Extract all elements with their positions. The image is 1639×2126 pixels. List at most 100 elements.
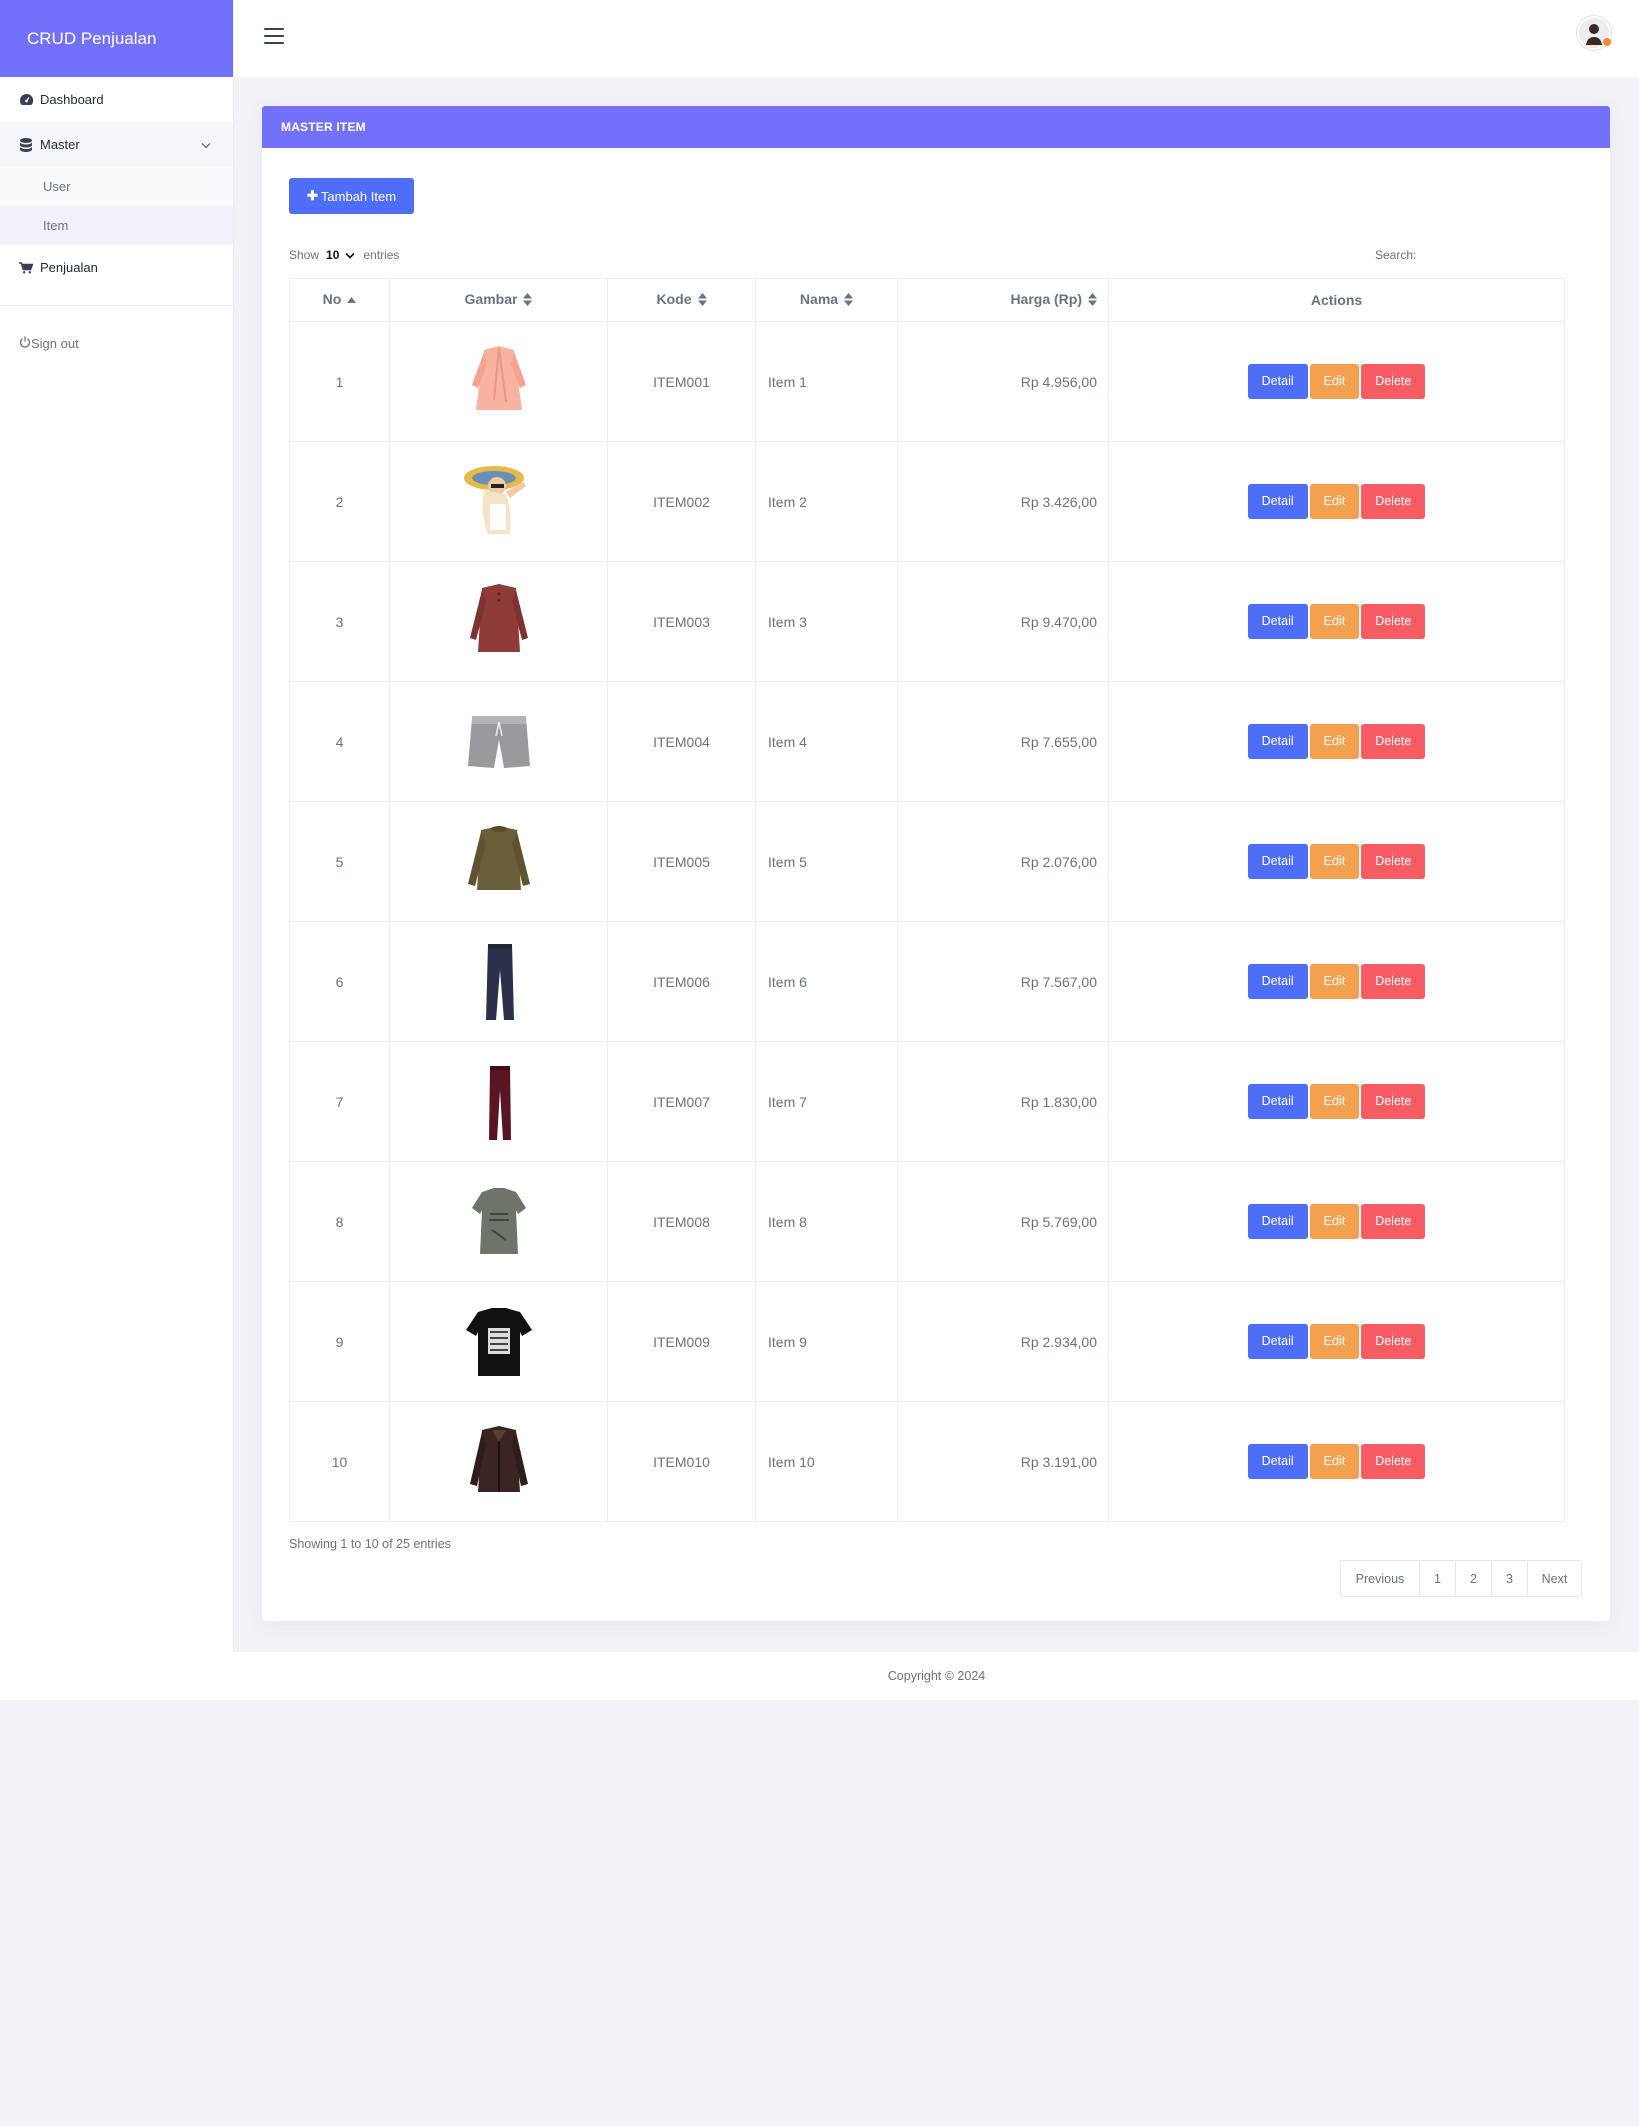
detail-button[interactable]: Detail [1247, 1324, 1308, 1359]
footer: Copyright © 2024 [0, 1652, 1639, 1700]
cell-kode: ITEM004 [607, 681, 756, 802]
sort-icon [697, 292, 707, 309]
cell-no: 5 [289, 801, 390, 922]
cell-harga: Rp 4.956,00 [897, 321, 1109, 442]
edit-button[interactable]: Edit [1309, 844, 1360, 879]
sidebar-item-item[interactable]: Item [0, 206, 233, 245]
brand-title[interactable]: CRUD Penjualan [0, 0, 233, 77]
table-row: 5 ITEM005 Item 5 Rp 2.076,00 Detail Edit D… [289, 801, 1565, 922]
plus-icon: ✚ [307, 188, 318, 203]
table-row: 8 ITEM008 Item 8 Rp 5.769,00 Detail Edit D… [289, 1161, 1565, 1282]
delete-button[interactable]: Delete [1361, 604, 1426, 639]
column-header-actions: Actions [1108, 278, 1565, 322]
table-row: 7 ITEM007 Item 7 Rp 1.830,00 Detail Edit D… [289, 1041, 1565, 1162]
edit-button[interactable]: Edit [1309, 1204, 1360, 1239]
add-item-button[interactable]: ✚ Tambah Item [289, 178, 415, 214]
pagination-previous[interactable]: Previous [1341, 1561, 1419, 1596]
avatar[interactable] [1577, 16, 1611, 50]
column-header-nama[interactable]: Nama [755, 278, 898, 322]
table-row: 2 ITEM002 Item 2 Rp 3.426,00 Detail Edit D… [289, 441, 1565, 562]
cell-nama: Item 6 [755, 921, 898, 1042]
cell-kode: ITEM008 [607, 1161, 756, 1282]
delete-button[interactable]: Delete [1361, 1444, 1426, 1479]
table-row: 6 ITEM006 Item 6 Rp 7.567,00 Detail Edit D… [289, 921, 1565, 1042]
pagination-page-2[interactable]: 2 [1455, 1561, 1491, 1596]
search-label: Search: [1375, 248, 1417, 262]
sidebar-item-dashboard[interactable]: Dashboard [0, 77, 233, 122]
detail-button[interactable]: Detail [1247, 844, 1308, 879]
delete-button[interactable]: Delete [1361, 844, 1426, 879]
delete-button[interactable]: Delete [1361, 724, 1426, 759]
pagination-next[interactable]: Next [1527, 1561, 1581, 1596]
navy-jeans-image [454, 934, 544, 1030]
cell-harga: Rp 7.567,00 [897, 921, 1109, 1042]
sidebar-item-label: Dashboard [40, 92, 104, 107]
olive-sweater-image [454, 814, 544, 910]
cell-harga: Rp 3.191,00 [897, 1401, 1109, 1522]
column-header-kode[interactable]: Kode [607, 278, 756, 322]
menu-toggle-icon[interactable] [264, 28, 284, 45]
cell-harga: Rp 5.769,00 [897, 1161, 1109, 1282]
sidebar-item-penjualan[interactable]: Penjualan [0, 245, 233, 290]
table-header-row: No Gambar Kode Nama Harga (Rp) Actions [289, 278, 1565, 322]
entries-length-control: Show 10 entries [289, 248, 399, 262]
sign-out-link[interactable]: Sign out [0, 320, 233, 366]
edit-button[interactable]: Edit [1309, 364, 1360, 399]
pagination-page-3[interactable]: 3 [1491, 1561, 1527, 1596]
column-header-gambar[interactable]: Gambar [389, 278, 608, 322]
detail-button[interactable]: Detail [1247, 724, 1308, 759]
detail-button[interactable]: Detail [1247, 1444, 1308, 1479]
show-label: Show [289, 248, 320, 262]
edit-button[interactable]: Edit [1309, 964, 1360, 999]
detail-button[interactable]: Detail [1247, 484, 1308, 519]
cell-image [389, 441, 608, 562]
entries-select[interactable]: 10 [326, 248, 339, 262]
table-row: 10 ITEM010 Item 10 Rp 3.191,00 Detail Edi… [289, 1401, 1565, 1522]
detail-button[interactable]: Detail [1247, 1204, 1308, 1239]
delete-button[interactable]: Delete [1361, 1084, 1426, 1119]
edit-button[interactable]: Edit [1309, 1324, 1360, 1359]
delete-button[interactable]: Delete [1361, 964, 1426, 999]
edit-button[interactable]: Edit [1309, 1444, 1360, 1479]
chevron-down-icon[interactable] [345, 248, 355, 262]
cell-kode: ITEM001 [607, 321, 756, 442]
column-header-no[interactable]: No [289, 278, 390, 322]
copyright-text: Copyright © 2024 [887, 1669, 986, 1683]
table-row: 4 ITEM004 Item 4 Rp 7.655,00 Detail Edit D… [289, 681, 1565, 802]
pagination-page-1[interactable]: 1 [1419, 1561, 1455, 1596]
delete-button[interactable]: Delete [1361, 364, 1426, 399]
edit-button[interactable]: Edit [1309, 724, 1360, 759]
chevron-down-icon [201, 137, 211, 152]
edit-button[interactable]: Edit [1309, 604, 1360, 639]
detail-button[interactable]: Detail [1247, 604, 1308, 639]
burgundy-pants-image [454, 1054, 544, 1150]
topbar [234, 0, 1639, 77]
delete-button[interactable]: Delete [1361, 1324, 1426, 1359]
detail-button[interactable]: Detail [1247, 364, 1308, 399]
woman-sun-hat-image [454, 454, 544, 550]
cell-actions: Detail Edit Delete [1108, 921, 1565, 1042]
cell-no: 6 [289, 921, 390, 1042]
sidebar-item-master[interactable]: Master [0, 122, 233, 167]
detail-button[interactable]: Detail [1247, 1084, 1308, 1119]
cell-nama: Item 5 [755, 801, 898, 922]
detail-button[interactable]: Detail [1247, 964, 1308, 999]
cell-harga: Rp 7.655,00 [897, 681, 1109, 802]
cell-actions: Detail Edit Delete [1108, 1401, 1565, 1522]
status-dot [1603, 38, 1611, 46]
edit-button[interactable]: Edit [1309, 484, 1360, 519]
cell-image [389, 321, 608, 442]
edit-button[interactable]: Edit [1309, 1084, 1360, 1119]
delete-button[interactable]: Delete [1361, 484, 1426, 519]
cell-nama: Item 3 [755, 561, 898, 682]
cell-image [389, 921, 608, 1042]
sidebar-divider [0, 305, 233, 306]
cell-nama: Item 10 [755, 1401, 898, 1522]
cell-no: 9 [289, 1281, 390, 1402]
sidebar-item-user[interactable]: User [0, 167, 233, 206]
delete-button[interactable]: Delete [1361, 1204, 1426, 1239]
cell-no: 2 [289, 441, 390, 562]
cell-nama: Item 9 [755, 1281, 898, 1402]
column-header-harga[interactable]: Harga (Rp) [897, 278, 1109, 322]
cell-kode: ITEM003 [607, 561, 756, 682]
